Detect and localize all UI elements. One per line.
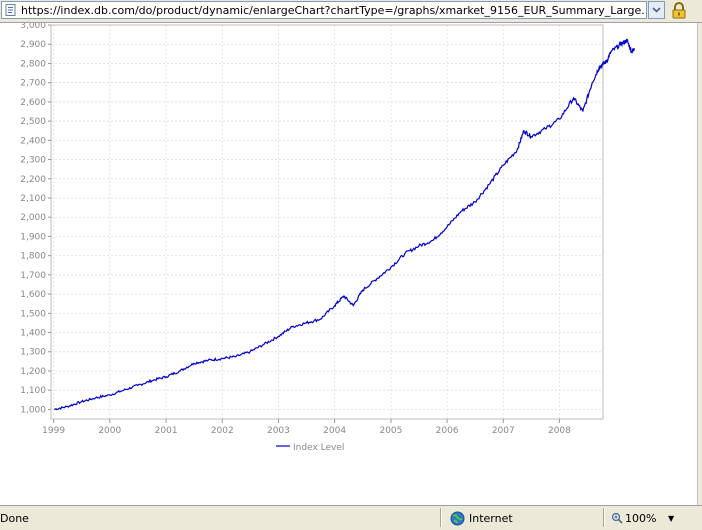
vertical-scrollbar[interactable] <box>697 23 702 505</box>
y-tick-label: 1,900 <box>20 232 46 242</box>
y-tick-label: 1,200 <box>20 367 46 377</box>
x-tick-label: 2006 <box>436 426 459 436</box>
y-tick-label: 2,500 <box>20 117 46 127</box>
y-tick-label: 2,800 <box>20 59 46 69</box>
url-text: https://index.db.com/do/product/dynamic/… <box>21 4 645 17</box>
y-tick-label: 2,600 <box>20 98 46 108</box>
plot-frame <box>50 24 604 420</box>
y-tick-label: 1,700 <box>20 271 46 281</box>
ie-page-icon <box>5 4 16 16</box>
series-line-index-level <box>53 38 635 411</box>
y-tick-label: 2,000 <box>20 213 46 223</box>
x-tick-label: 2000 <box>98 426 121 436</box>
url-field[interactable]: https://index.db.com/do/product/dynamic/… <box>1 1 647 19</box>
x-tick-label: 2007 <box>492 426 515 436</box>
y-tick-label: 2,900 <box>20 40 46 50</box>
security-zone[interactable]: Internet <box>450 510 513 526</box>
chevron-down-icon <box>652 7 661 13</box>
x-tick-label: 1999 <box>42 426 65 436</box>
y-tick-label: 1,400 <box>20 329 46 339</box>
magnifier-icon <box>611 512 623 524</box>
y-tick-label: 1,600 <box>20 290 46 300</box>
status-text: Done <box>0 512 29 525</box>
y-tick-label: 2,300 <box>20 156 46 166</box>
zoom-control[interactable]: 100% <box>611 510 656 526</box>
x-tick-label: 2003 <box>267 426 290 436</box>
status-bar: Done Internet 100% ▼ <box>0 505 702 530</box>
y-tick-label: 2,400 <box>20 136 46 146</box>
security-lock-button[interactable] <box>667 1 691 20</box>
y-tick-label: 1,000 <box>20 405 46 415</box>
x-tick-label: 2005 <box>379 426 402 436</box>
y-tick-label: 3,000 <box>20 23 46 31</box>
status-separator <box>603 508 605 527</box>
index-level-chart: 1,000 1,100 1,200 1,300 1,400 1,500 1,600 1,700… <box>20 21 635 453</box>
page-content: 1,000 1,100 1,200 1,300 1,400 1,500 1,600 1,700… <box>0 21 697 505</box>
y-tick-label: 2,200 <box>20 175 46 185</box>
zoom-label: 100% <box>625 511 657 525</box>
lock-icon <box>672 2 686 19</box>
x-tick-label: 2001 <box>155 426 178 436</box>
x-tick-label: 2008 <box>548 426 571 436</box>
y-tick-label: 1,100 <box>20 386 46 396</box>
zoom-dropdown-icon[interactable]: ▼ <box>668 514 674 523</box>
y-tick-label: 2,700 <box>20 79 46 89</box>
status-separator <box>440 508 442 527</box>
zone-label: Internet <box>469 511 513 525</box>
url-dropdown-button[interactable] <box>648 1 665 19</box>
legend-label: Index Level <box>293 443 344 453</box>
x-tick-label: 2004 <box>323 426 346 436</box>
chart-legend: Index Level <box>276 443 344 453</box>
y-tick-label: 1,500 <box>20 309 46 319</box>
address-bar: https://index.db.com/do/product/dynamic/… <box>0 0 702 23</box>
y-tick-label: 2,100 <box>20 194 46 204</box>
x-tick-label: 2002 <box>211 426 234 436</box>
y-tick-label: 1,800 <box>20 252 46 262</box>
y-tick-label: 1,300 <box>20 348 46 358</box>
globe-icon <box>450 511 465 525</box>
